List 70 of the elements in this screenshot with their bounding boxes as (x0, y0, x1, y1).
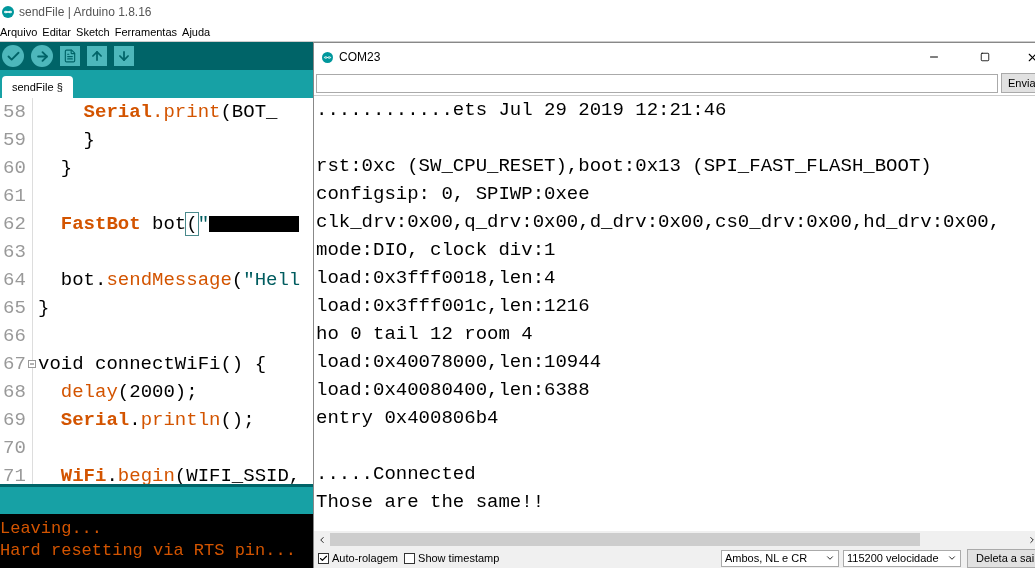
output-line: entry 0x400806b4 (316, 406, 500, 431)
line-number: 69 (2, 408, 27, 433)
output-line: ............ets Jul 29 2019 12:21:46 (316, 98, 728, 123)
checkbox-label: Show timestamp (418, 550, 500, 566)
output-line: ho 0 tail 12 room 4 (316, 322, 534, 347)
code-line: void connectWiFi() { (38, 352, 267, 377)
output-line: Those are the same!! (316, 490, 546, 515)
line-number: 71 (2, 464, 27, 484)
menu-item[interactable]: Editar (42, 24, 72, 41)
fold-marker-icon[interactable] (28, 360, 36, 368)
line-number: 65 (2, 296, 27, 321)
code-line: } (59, 156, 73, 181)
line-number: 64 (2, 268, 27, 293)
window-title: sendFile | Arduino 1.8.16 (19, 4, 152, 21)
document-icon (63, 49, 77, 63)
baud-rate-dropdown[interactable]: 115200 velocidade (843, 549, 961, 567)
code-line: } (38, 296, 50, 321)
scroll-right-icon[interactable] (1027, 534, 1035, 545)
line-ending-dropdown[interactable]: Ambos, NL e CR (721, 549, 839, 567)
horizontal-scrollbar-thumb[interactable] (330, 533, 920, 546)
menu-item[interactable]: Arquivo (0, 24, 38, 41)
maximize-icon[interactable] (980, 52, 990, 62)
caret-icon (825, 553, 835, 563)
line-number: 61 (2, 184, 27, 209)
caret-icon (947, 553, 957, 563)
line-number: 58 (2, 100, 27, 125)
code-line: Serial.print(BOT_ (82, 100, 278, 125)
line-number: 70 (2, 436, 27, 461)
output-line: .....Connected (316, 462, 477, 487)
line-number: 63 (2, 240, 27, 265)
menu-item[interactable]: Ajuda (182, 24, 211, 41)
output-line: load:0x3fff001c,len:1216 (316, 294, 591, 319)
output-line: rst:0xc (SW_CPU_RESET),boot:0x13 (SPI_FAST_FLASH_BOOT) (316, 154, 933, 179)
code-line: FastBot bot(" (38, 210, 300, 238)
line-number: 66 (2, 324, 27, 349)
open-button[interactable] (87, 46, 107, 66)
send-input-field[interactable] (316, 73, 998, 93)
console-line: Leaving... (0, 518, 103, 540)
code-line: } (82, 128, 95, 153)
save-button[interactable] (114, 46, 134, 66)
output-line: load:0x40078000,len:10944 (316, 350, 603, 375)
line-number: 68 (2, 380, 27, 405)
verify-button[interactable] (2, 45, 24, 67)
scroll-left-icon[interactable] (317, 534, 327, 545)
infinity-logo-icon (322, 51, 333, 63)
checkbox-label: Auto-rolagem (332, 550, 399, 566)
output-line: clk_drv:0x00,q_drv:0x00,d_drv:0x00,cs0_drv:0x00,hd_drv:0x00, (316, 210, 1002, 235)
menu-item[interactable]: Ferramentas (114, 24, 178, 41)
line-number: 62 (2, 212, 27, 237)
code-line: Serial.println(); (59, 408, 255, 433)
console-line: Hard resetting via RTS pin... (0, 540, 296, 562)
checkbox[interactable] (404, 552, 416, 564)
code-line: bot.sendMessage("Hell (59, 268, 301, 293)
file-tab[interactable]: sendFile § (2, 76, 73, 98)
code-line: delay(2000); (59, 380, 198, 405)
output-line: mode:DIO, clock div:1 (316, 238, 557, 263)
line-number: 60 (2, 156, 27, 181)
line-number: 59 (2, 128, 27, 153)
send-button[interactable]: Envia (1001, 73, 1035, 93)
upload-button[interactable] (31, 45, 53, 67)
clear-output-button[interactable]: Deleta a sai (967, 548, 1035, 568)
line-number: 67 (2, 352, 27, 377)
menu-item[interactable]: Sketch (76, 24, 110, 41)
checkbox[interactable] (318, 552, 329, 564)
arrow-right-icon (34, 48, 50, 64)
new-file-button[interactable] (60, 46, 80, 66)
window-title: COM23 (339, 49, 381, 66)
output-line: configsip: 0, SPIWP:0xee (316, 182, 591, 207)
output-line: load:0x40080400,len:6388 (316, 378, 591, 403)
output-line: load:0x3fff0018,len:4 (316, 266, 557, 291)
